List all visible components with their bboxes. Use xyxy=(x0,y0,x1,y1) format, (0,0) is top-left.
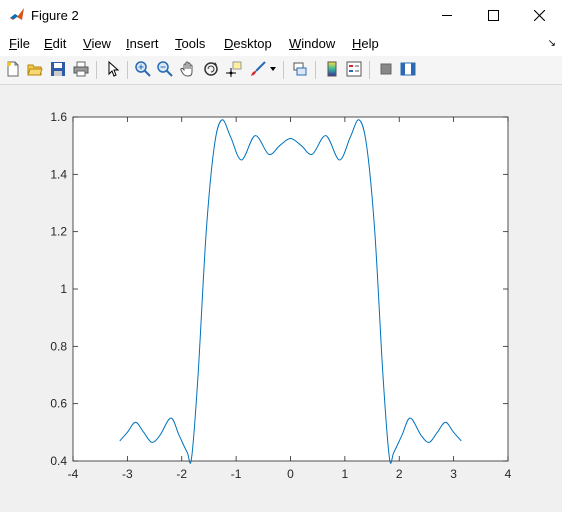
figure-toolbar xyxy=(0,56,562,85)
toolbar-separator xyxy=(369,61,370,79)
new-figure-icon xyxy=(7,61,19,77)
pan-button[interactable] xyxy=(179,60,197,78)
zoom-in-button[interactable] xyxy=(134,60,152,78)
show-plot-tools-button[interactable] xyxy=(399,60,417,78)
show-plot-tools-icon xyxy=(400,62,416,76)
rotate-3d-icon xyxy=(204,62,218,76)
menu-insert[interactable]: Insert xyxy=(126,36,159,51)
toolbar-separator xyxy=(127,61,128,79)
y-tick-label: 1 xyxy=(60,282,67,296)
y-tick-label: 0.6 xyxy=(50,397,67,411)
menu-desktop-label: esktop xyxy=(233,36,272,51)
toolbar-separator xyxy=(315,61,316,79)
dock-arrow-icon[interactable]: ↘ xyxy=(548,38,556,49)
save-button[interactable] xyxy=(49,60,67,78)
rotate-3d-button[interactable] xyxy=(202,60,220,78)
window-title: Figure 2 xyxy=(31,8,79,23)
insert-colorbar-icon xyxy=(327,61,337,77)
toolbar-separator xyxy=(283,61,284,79)
minimize-icon xyxy=(442,15,452,16)
zoom-out-button[interactable] xyxy=(156,60,174,78)
y-tick-label: 0.4 xyxy=(50,454,67,468)
x-tick-label: 1 xyxy=(342,467,349,481)
menu-bar: File Edit View Insert Tools Desktop Wind… xyxy=(0,31,562,56)
x-tick-label: 0 xyxy=(287,467,294,481)
menu-file-accel: F xyxy=(9,36,17,51)
menu-edit-accel: E xyxy=(44,36,53,51)
edit-plot-button[interactable] xyxy=(104,60,122,78)
maximize-button[interactable] xyxy=(470,0,516,31)
close-button[interactable] xyxy=(516,0,562,31)
menu-window-label: indow xyxy=(301,36,336,51)
menu-view[interactable]: View xyxy=(83,36,111,51)
menu-file-label: ile xyxy=(16,36,30,51)
toolbar-separator xyxy=(96,61,97,79)
menu-window[interactable]: Window xyxy=(289,36,335,51)
brush-button[interactable] xyxy=(249,60,267,78)
menu-view-label: iew xyxy=(91,36,111,51)
menu-desktop[interactable]: Desktop xyxy=(224,36,272,51)
x-tick-label: -3 xyxy=(122,467,133,481)
data-cursor-icon xyxy=(226,61,242,77)
new-figure-button[interactable] xyxy=(4,60,22,78)
chevron-down-icon xyxy=(270,67,276,71)
zoom-in-icon xyxy=(135,61,151,77)
menu-file[interactable]: File xyxy=(9,36,30,51)
save-icon xyxy=(51,62,65,76)
insert-legend-button[interactable] xyxy=(345,60,363,78)
menu-help-label: elp xyxy=(361,36,379,51)
hide-plot-tools-button[interactable] xyxy=(377,60,395,78)
y-tick-label: 1.4 xyxy=(50,167,67,181)
link-plot-icon xyxy=(293,62,307,76)
menu-insert-label: nsert xyxy=(129,36,159,51)
hide-plot-tools-icon xyxy=(380,63,392,75)
menu-edit-label: dit xyxy=(52,36,67,51)
menu-tools-label: ools xyxy=(181,36,206,51)
title-bar: Figure 2 xyxy=(0,0,562,31)
zoom-out-icon xyxy=(157,61,173,77)
y-tick-label: 1.2 xyxy=(50,225,67,239)
x-tick-label: 4 xyxy=(505,467,512,481)
x-tick-label: 3 xyxy=(450,467,457,481)
data-cursor-button[interactable] xyxy=(225,60,243,78)
link-plot-button[interactable] xyxy=(291,60,309,78)
brush-icon xyxy=(251,61,266,76)
print-button[interactable] xyxy=(72,60,90,78)
x-tick-label: 2 xyxy=(396,467,403,481)
open-file-icon xyxy=(27,64,43,76)
menu-edit[interactable]: Edit xyxy=(44,36,66,51)
minimize-button[interactable] xyxy=(424,0,470,31)
y-tick-label: 1.6 xyxy=(50,110,67,124)
maximize-icon xyxy=(487,10,499,21)
figure-canvas[interactable]: -4 -3 -2 -1 0 1 2 3 4 0.4 0.6 0.8 1 1.2 1.4 1.6 xyxy=(0,85,562,507)
matlab-logo-icon xyxy=(9,7,25,23)
insert-legend-icon xyxy=(346,61,362,77)
open-file-button[interactable] xyxy=(26,60,44,78)
insert-colorbar-button[interactable] xyxy=(323,60,341,78)
x-tick-label: -2 xyxy=(176,467,187,481)
x-tick-label: -1 xyxy=(231,467,242,481)
x-tick-label: -4 xyxy=(68,467,79,481)
y-tick-label: 0.8 xyxy=(50,339,67,353)
menu-window-accel: W xyxy=(289,36,302,51)
menu-help[interactable]: Help xyxy=(352,36,379,51)
close-icon xyxy=(533,10,545,21)
edit-plot-icon xyxy=(108,61,120,77)
menu-desktop-accel: D xyxy=(224,36,234,51)
menu-help-accel: H xyxy=(352,36,362,51)
pan-icon xyxy=(180,61,193,77)
brush-dropdown-button[interactable] xyxy=(268,60,278,78)
axes-background xyxy=(72,116,509,462)
print-icon xyxy=(73,61,89,77)
plot-axes[interactable]: -4 -3 -2 -1 0 1 2 3 4 0.4 0.6 0.8 1 1.2 1.4 1.6 xyxy=(0,85,562,507)
menu-tools[interactable]: Tools xyxy=(175,36,205,51)
